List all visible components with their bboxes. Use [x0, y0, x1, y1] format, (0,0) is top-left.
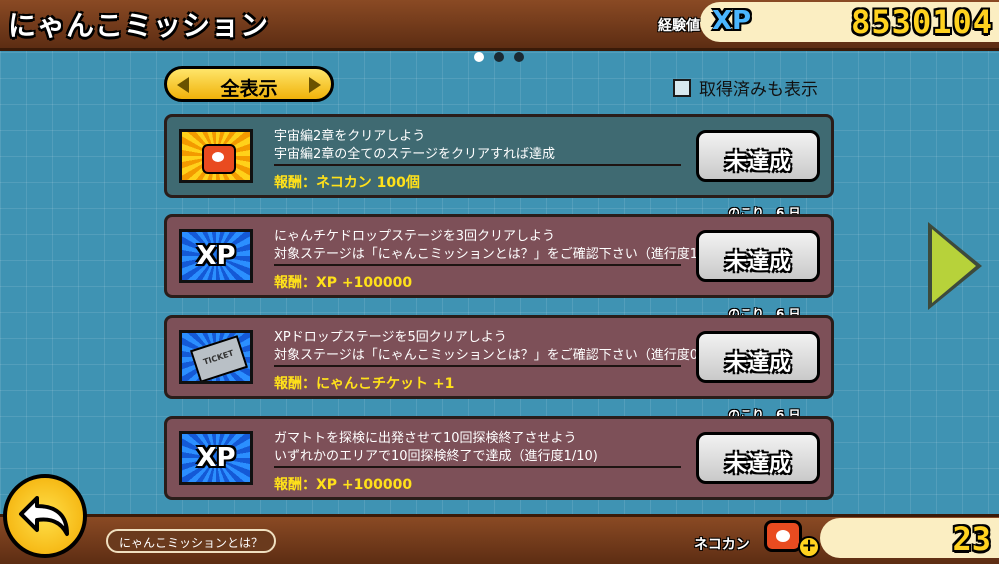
- mission-title: XPドロップステージを5回クリアしよう: [274, 330, 507, 345]
- show-completed-label: 取得済みも表示: [699, 80, 818, 100]
- divider: [274, 365, 681, 367]
- mission-title: ガマトトを探検に出発させて10回探検終了させよう: [274, 431, 577, 446]
- mission-card: XP にゃんチケドロップステージを3回クリアしよう 対象ステージは「にゃんこミッ…: [164, 214, 834, 298]
- mission-reward-thumb: XP: [179, 431, 253, 485]
- divider: [274, 164, 681, 166]
- mission-description: 対象ステージは「にゃんこミッションとは？」をご確認下さい（進行度0/5): [274, 348, 716, 363]
- mission-title: 宇宙編2章をクリアしよう: [274, 129, 426, 144]
- mission-title: にゃんチケドロップステージを3回クリアしよう: [274, 229, 556, 244]
- divider: [274, 264, 681, 266]
- filter-next-arrow-icon[interactable]: [309, 77, 321, 93]
- cat-food-can-icon: [764, 520, 802, 552]
- page-dot-2[interactable]: [494, 52, 504, 62]
- page-title: にゃんこミッション: [8, 9, 270, 42]
- mission-reward-thumb: XP: [179, 229, 253, 283]
- add-cat-food-plus-icon[interactable]: +: [798, 536, 820, 558]
- back-arrow-icon: [19, 496, 69, 536]
- mission-reward: 報酬：XP +100000: [274, 275, 413, 291]
- mission-card: XP ガマトトを探検に出発させて10回探検終了させよう いずれかのエリアで10回…: [164, 416, 834, 500]
- xp-icon: XP: [196, 443, 236, 473]
- cat-food-count: 23: [952, 520, 991, 558]
- page-dot-1[interactable]: [474, 52, 484, 62]
- page-dot-3[interactable]: [514, 52, 524, 62]
- ticket-icon: TICKET: [189, 335, 249, 381]
- mission-status-button[interactable]: 未達成: [696, 230, 820, 282]
- cat-food-label: ネコカン: [694, 537, 750, 553]
- back-button[interactable]: [3, 474, 87, 558]
- show-completed-checkbox[interactable]: [673, 78, 691, 97]
- mission-reward: 報酬：にゃんこチケット +1: [274, 376, 455, 392]
- about-missions-button[interactable]: にゃんこミッションとは？: [106, 529, 276, 553]
- mission-description: 対象ステージは「にゃんこミッションとは？」をご確認下さい（進行度1/3): [274, 247, 716, 262]
- filter-button[interactable]: 全表示: [164, 66, 334, 102]
- mission-status-label: 未達成: [724, 351, 791, 376]
- xp-value: 8530104: [851, 3, 993, 41]
- mission-status-label: 未達成: [724, 452, 791, 477]
- cat-food-can-icon: [202, 144, 236, 174]
- mission-card: TICKET XPドロップステージを5回クリアしよう 対象ステージは「にゃんこミ…: [164, 315, 834, 399]
- mission-reward-thumb: [179, 129, 253, 183]
- mission-description: 宇宙編2章の全てのステージをクリアすれば達成: [274, 147, 556, 162]
- mission-reward-thumb: TICKET: [179, 330, 253, 384]
- xp-label-jp: 経験値: [658, 18, 700, 34]
- mission-status-button[interactable]: 未達成: [696, 331, 820, 383]
- mission-card: 宇宙編2章をクリアしよう 宇宙編2章の全てのステージをクリアすれば達成 報酬：ネ…: [164, 114, 834, 198]
- show-completed-toggle[interactable]: 取得済みも表示: [673, 75, 818, 100]
- xp-icon: XP: [196, 241, 236, 271]
- mission-reward: 報酬：ネコカン 100個: [274, 175, 420, 191]
- mission-reward: 報酬：XP +100000: [274, 477, 413, 493]
- mission-description: いずれかのエリアで10回探検終了で達成（進行度1/10): [274, 449, 598, 464]
- mission-status-label: 未達成: [724, 150, 791, 175]
- about-missions-label: にゃんこミッションとは？: [118, 536, 263, 550]
- divider: [274, 466, 681, 468]
- mission-status-button[interactable]: 未達成: [696, 432, 820, 484]
- filter-label: 全表示: [220, 78, 278, 100]
- mission-status-button[interactable]: 未達成: [696, 130, 820, 182]
- page-indicator: [474, 52, 534, 64]
- xp-label: XP: [712, 6, 752, 36]
- mission-status-label: 未達成: [724, 250, 791, 275]
- next-page-arrow-icon[interactable]: [928, 222, 982, 310]
